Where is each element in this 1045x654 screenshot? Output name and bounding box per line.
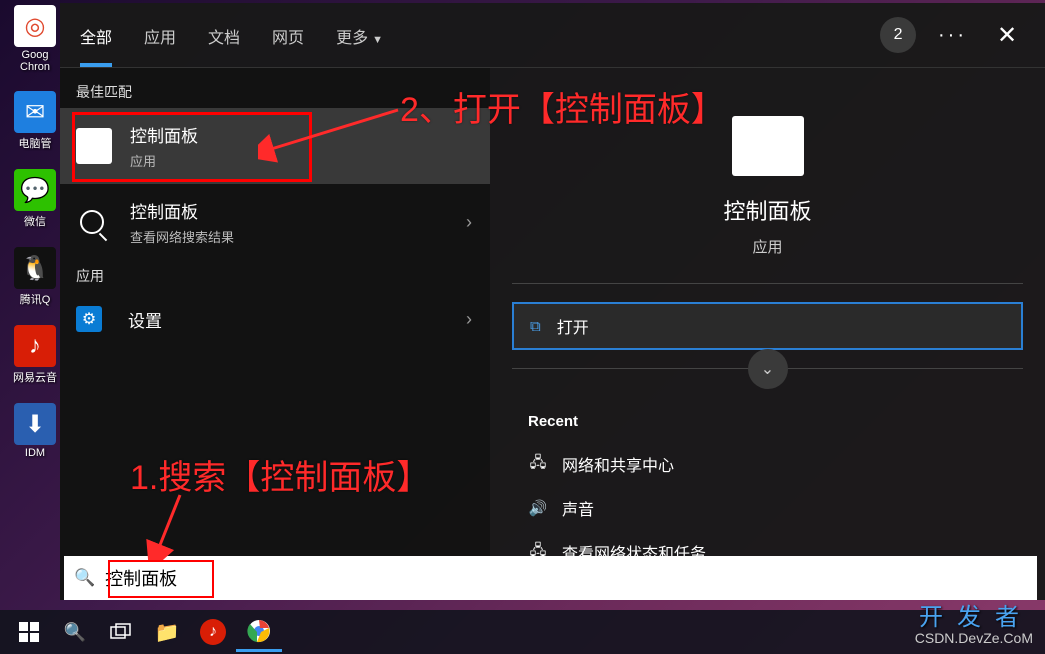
section-best-match: 最佳匹配	[60, 76, 490, 108]
start-button[interactable]	[6, 612, 52, 652]
recent-item-sound[interactable]: 🔊 声音	[512, 486, 1023, 530]
result-settings[interactable]: ⚙ 设置 ›	[60, 292, 490, 346]
taskbar-explorer[interactable]: 📁	[144, 612, 190, 652]
desktop-icon-qq[interactable]: 🐧 腾讯Q	[10, 247, 60, 307]
desktop-icon-wechat[interactable]: 💬 微信	[10, 169, 60, 229]
desktop-icon-idm[interactable]: ⬇ IDM	[10, 403, 60, 459]
search-badge[interactable]: 2	[880, 17, 916, 53]
chevron-down-icon: ⌄	[761, 359, 774, 379]
search-input[interactable]	[105, 568, 1027, 589]
control-panel-icon	[76, 128, 112, 164]
desktop-icon-netease[interactable]: ♪ 网易云音	[10, 325, 60, 385]
search-icon: 🔍	[74, 568, 95, 588]
tab-web[interactable]: 网页	[272, 6, 304, 64]
result-web-search[interactable]: 控制面板 查看网络搜索结果 ›	[60, 184, 490, 260]
search-icon	[80, 210, 104, 234]
sound-icon: 🔊	[528, 498, 548, 518]
chevron-down-icon: ▼	[372, 34, 383, 46]
taskview-button[interactable]	[98, 612, 144, 652]
preview-title: 控制面板	[512, 194, 1023, 226]
close-icon[interactable]: ✕	[989, 21, 1025, 50]
search-results-pane: 最佳匹配 控制面板 应用 控制面板 查看网络搜索结果 › 应用 ⚙	[60, 68, 490, 600]
chevron-right-icon: ›	[466, 212, 472, 233]
tab-all[interactable]: 全部	[80, 6, 112, 64]
taskbar-search-button[interactable]: 🔍	[52, 612, 98, 652]
result-control-panel[interactable]: 控制面板 应用	[60, 108, 490, 184]
search-panel: 全部 应用 文档 网页 更多▼ 2 ··· ✕ 最佳匹配 控制面板 应用	[60, 3, 1045, 600]
preview-control-panel-icon	[732, 116, 804, 176]
network-icon: 🖧	[528, 454, 548, 474]
recent-item-network[interactable]: 🖧 网络和共享中心	[512, 442, 1023, 486]
chevron-right-icon: ›	[466, 309, 472, 330]
recent-label: Recent	[528, 413, 1023, 430]
desktop-icon-manager[interactable]: ✉ 电脑管	[10, 91, 60, 151]
preview-subtitle: 应用	[512, 236, 1023, 257]
desktop-icon-chrome[interactable]: ◎ Goog Chron	[10, 5, 60, 73]
tab-documents[interactable]: 文档	[208, 6, 240, 64]
desktop-icons: ◎ Goog Chron ✉ 电脑管 💬 微信 🐧 腾讯Q ♪ 网易云音 ⬇ I…	[10, 5, 65, 477]
search-bar[interactable]: 🔍	[64, 556, 1037, 600]
open-icon: ⧉	[530, 318, 541, 335]
watermark: 开发者 CSDN.DevZe.CoM	[915, 597, 1033, 646]
open-button[interactable]: ⧉ 打开	[512, 302, 1023, 350]
gear-icon: ⚙	[76, 306, 102, 332]
search-preview-pane: 控制面板 应用 ⧉ 打开 ⌄ Recent 🖧 网络和共享中心 🔊 声音 🖧 查…	[490, 68, 1045, 600]
search-header: 全部 应用 文档 网页 更多▼ 2 ··· ✕	[60, 3, 1045, 68]
tab-apps[interactable]: 应用	[144, 6, 176, 64]
more-options-icon[interactable]: ···	[938, 24, 967, 47]
tab-more[interactable]: 更多▼	[336, 6, 383, 64]
taskbar: 🔍 📁 ♪	[0, 610, 1045, 654]
expand-button[interactable]: ⌄	[748, 349, 788, 389]
section-apps: 应用	[60, 260, 490, 292]
taskbar-chrome[interactable]	[236, 612, 282, 652]
taskbar-netease[interactable]: ♪	[190, 612, 236, 652]
